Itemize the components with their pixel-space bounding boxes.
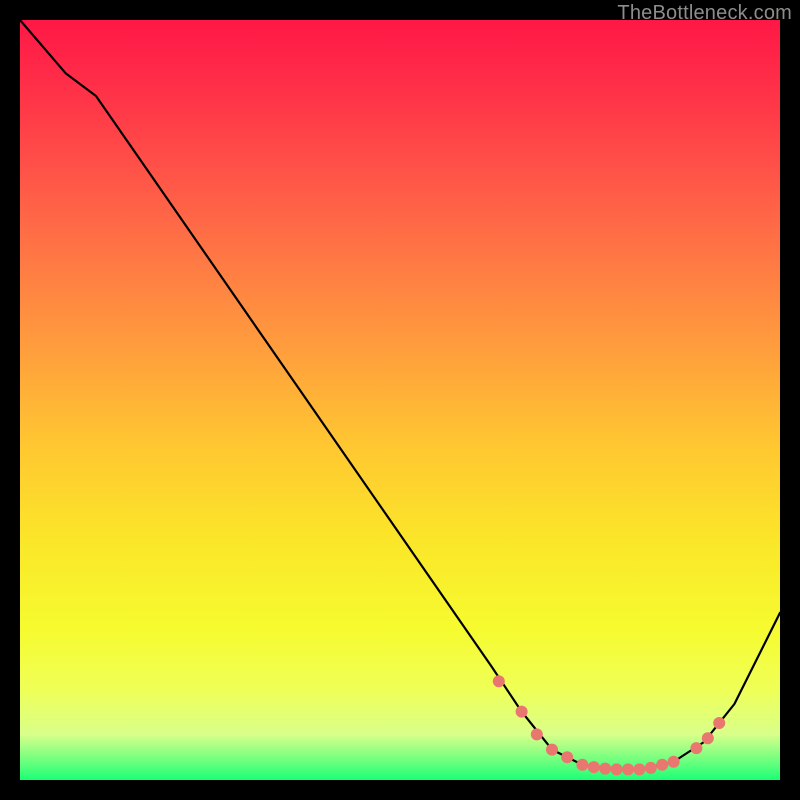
curve-markers (493, 675, 725, 775)
curve-marker (576, 759, 588, 771)
curve-marker (516, 706, 528, 718)
plot-area (20, 20, 780, 780)
curve-marker (588, 761, 600, 773)
curve-marker (546, 744, 558, 756)
curve-marker (645, 762, 657, 774)
curve-marker (668, 756, 680, 768)
curve-marker (531, 728, 543, 740)
curve-marker (713, 717, 725, 729)
curve-layer (20, 20, 780, 780)
curve-marker (702, 732, 714, 744)
chart-container: TheBottleneck.com (0, 0, 800, 800)
curve-marker (561, 751, 573, 763)
curve-marker (690, 742, 702, 754)
curve-marker (611, 763, 623, 775)
curve-marker (599, 763, 611, 775)
bottleneck-curve (20, 20, 780, 769)
curve-marker (622, 763, 634, 775)
curve-marker (633, 763, 645, 775)
curve-marker (493, 675, 505, 687)
curve-marker (656, 759, 668, 771)
